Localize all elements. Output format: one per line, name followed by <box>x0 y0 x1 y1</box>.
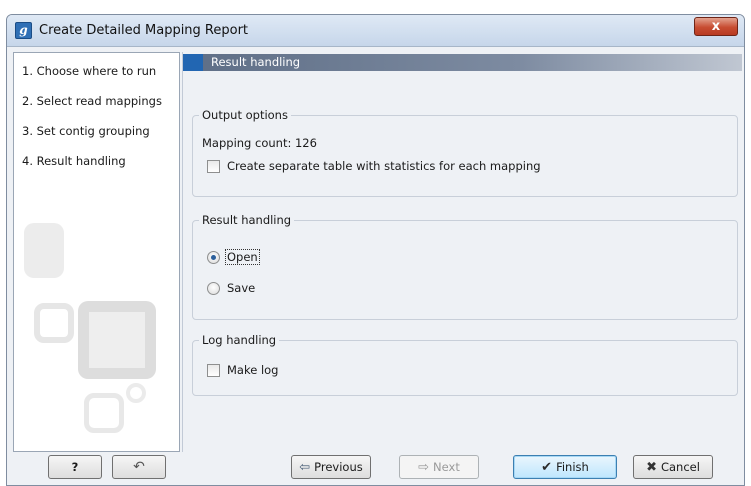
arrow-right-icon: ⇨ <box>418 460 430 475</box>
separate-table-label[interactable]: Create separate table with statistics fo… <box>227 159 541 173</box>
step-select-read-mappings: 2. Select read mappings <box>22 94 162 108</box>
open-radio[interactable] <box>207 251 220 264</box>
open-radio-label[interactable]: Open <box>225 249 260 265</box>
make-log-label[interactable]: Make log <box>227 363 278 377</box>
close-button[interactable]: x <box>694 17 738 36</box>
save-radio-label[interactable]: Save <box>227 281 255 295</box>
title-bar[interactable]: g Create Detailed Mapping Report x <box>7 15 744 47</box>
next-label: Next <box>433 460 460 474</box>
previous-label: Previous <box>314 460 363 474</box>
help-button[interactable]: ? <box>48 455 102 479</box>
finish-label: Finish <box>556 460 589 474</box>
cancel-label: Cancel <box>660 460 700 474</box>
log-handling-group: Log handling Make log <box>192 333 738 396</box>
separate-table-checkbox[interactable] <box>207 160 220 173</box>
app-logo-icon: g <box>15 22 32 39</box>
make-log-checkbox[interactable] <box>207 364 220 377</box>
log-handling-title: Log handling <box>199 333 280 347</box>
previous-button[interactable]: ⇦ Previous <box>291 455 371 479</box>
cancel-button[interactable]: ✖ Cancel <box>633 455 713 479</box>
button-bar: ? ↶ ⇦ Previous ⇨ Next ✔ Finish ✖ Cancel <box>7 452 744 485</box>
save-radio[interactable] <box>207 282 220 295</box>
checkmark-icon: ✔ <box>541 460 553 475</box>
output-options-group: Output options Mapping count: 126 Create… <box>192 108 738 197</box>
mapping-count: Mapping count: 126 <box>202 136 317 150</box>
step-result-handling: 4. Result handling <box>22 154 126 168</box>
reset-button[interactable]: ↶ <box>112 455 166 479</box>
dialog-window: g Create Detailed Mapping Report x 1. Ch… <box>6 14 745 486</box>
arrow-left-icon: ⇦ <box>299 460 311 475</box>
next-button[interactable]: ⇨ Next <box>399 455 479 479</box>
undo-arrow-icon: ↶ <box>133 459 145 475</box>
result-handling-title: Result handling <box>199 213 295 227</box>
cross-icon: ✖ <box>646 460 657 475</box>
main-panel: Result handling Output options Mapping c… <box>182 52 742 452</box>
window-title: Create Detailed Mapping Report <box>39 23 249 38</box>
result-handling-group: Result handling Open Save <box>192 213 738 320</box>
wizard-steps-panel: 1. Choose where to run 2. Select read ma… <box>13 52 180 452</box>
step-set-contig-grouping: 3. Set contig grouping <box>22 124 150 138</box>
section-header: Result handling <box>183 54 742 71</box>
output-options-title: Output options <box>199 108 291 122</box>
finish-button[interactable]: ✔ Finish <box>513 455 617 479</box>
section-marker <box>183 54 203 71</box>
section-title: Result handling <box>211 55 301 69</box>
step-choose-where-to-run: 1. Choose where to run <box>22 64 157 78</box>
